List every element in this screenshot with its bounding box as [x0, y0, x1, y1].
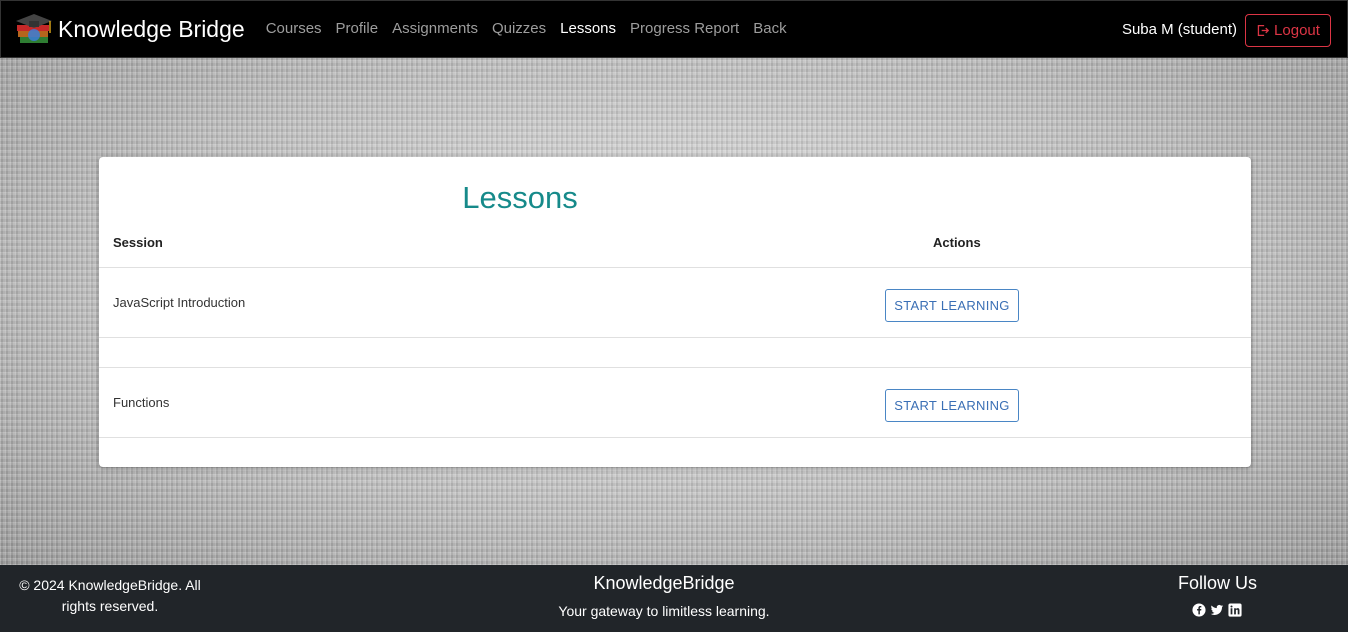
lesson-session-cell: Functions — [113, 395, 170, 410]
linkedin-icon[interactable] — [1228, 603, 1242, 617]
graduation-cap-books-logo — [16, 14, 52, 43]
lesson-session-cell: JavaScript Introduction — [113, 295, 246, 310]
facebook-icon[interactable] — [1192, 603, 1206, 617]
table-divider — [99, 267, 1251, 268]
follow-us-heading: Follow Us — [1178, 573, 1258, 593]
brand-link[interactable]: Knowledge Bridge — [12, 11, 245, 47]
brand-name: Knowledge Bridge — [58, 15, 245, 42]
footer-tagline: Your gateway to limitless learning. — [558, 603, 770, 619]
nav-courses[interactable]: Courses — [259, 0, 329, 58]
nav-quizzes[interactable]: Quizzes — [485, 0, 553, 58]
page-title: Lessons — [462, 180, 578, 215]
session-column-header: Session — [113, 235, 163, 250]
footer-brand: KnowledgeBridge — [593, 573, 735, 593]
current-user-name: Suba M (student) — [1121, 21, 1237, 38]
top-navbar: Knowledge Bridge Courses Profile Assignm… — [0, 0, 1348, 58]
nav-profile[interactable]: Profile — [329, 0, 386, 58]
nav-progress-report[interactable]: Progress Report — [623, 0, 746, 58]
table-divider — [99, 337, 1251, 338]
nav-back[interactable]: Back — [746, 0, 793, 58]
logout-icon — [1257, 24, 1270, 37]
nav-assignments[interactable]: Assignments — [385, 0, 485, 58]
table-divider — [99, 437, 1251, 438]
table-divider — [99, 367, 1251, 368]
social-links — [1192, 603, 1242, 617]
start-learning-button[interactable]: START LEARNING — [885, 289, 1019, 322]
nav-links: Courses Profile Assignments Quizzes Less… — [259, 0, 794, 58]
start-learning-button[interactable]: START LEARNING — [885, 389, 1019, 422]
twitter-icon[interactable] — [1210, 603, 1224, 617]
actions-column-header: Actions — [933, 235, 981, 250]
logout-label: Logout — [1274, 22, 1320, 39]
nav-lessons[interactable]: Lessons — [553, 0, 623, 58]
footer: © 2024 KnowledgeBridge. All rights reser… — [0, 565, 1348, 632]
logout-button[interactable]: Logout — [1245, 14, 1331, 47]
